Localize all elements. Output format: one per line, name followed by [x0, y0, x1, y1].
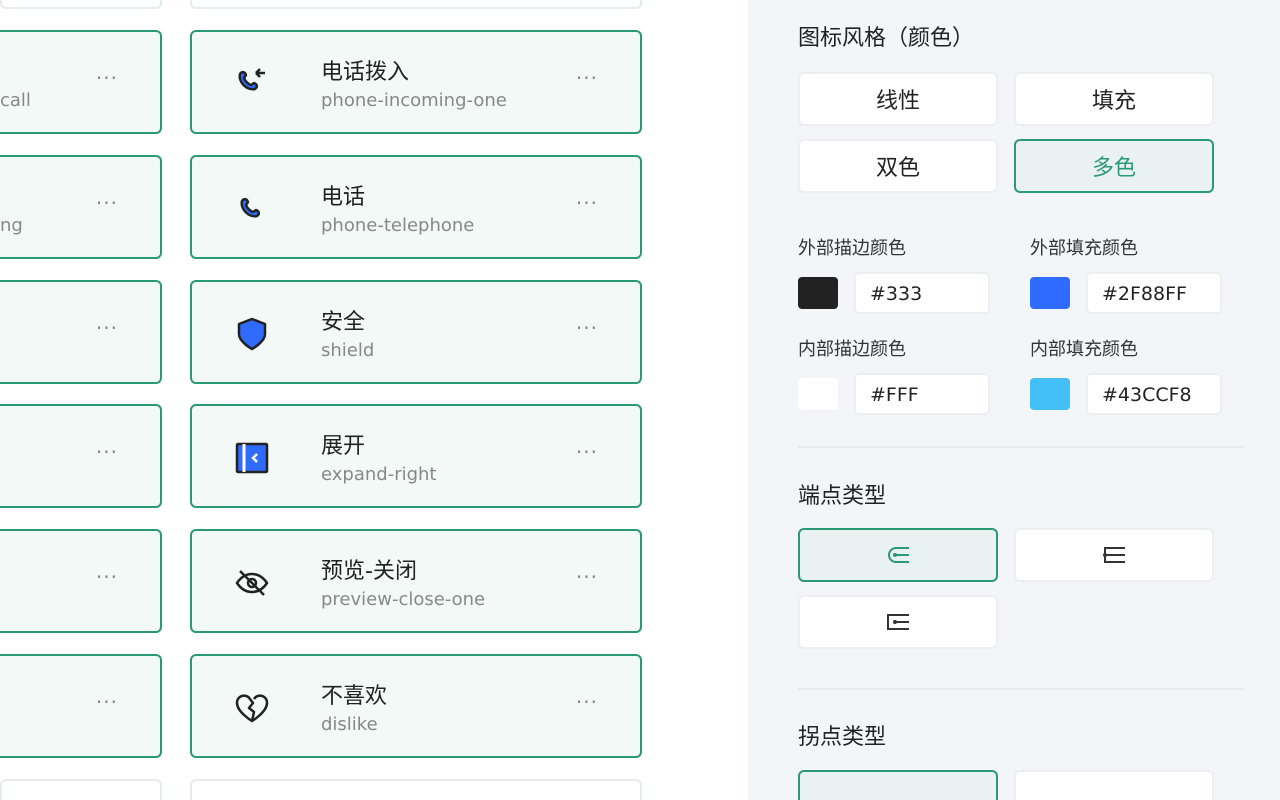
inner-fill-input[interactable]: #43CCF8: [1086, 373, 1222, 415]
style-outline-button[interactable]: 线性: [798, 72, 998, 126]
icon-card-name: expand-right: [321, 464, 437, 485]
inner-stroke-swatch[interactable]: [798, 378, 838, 410]
icon-card-name: phone-telephone: [321, 215, 475, 236]
divider: [798, 446, 1244, 448]
outer-stroke-input[interactable]: #333: [854, 272, 990, 314]
more-button[interactable]: ···: [96, 440, 118, 464]
more-button[interactable]: ···: [576, 191, 598, 215]
endpoint-round-button[interactable]: [798, 528, 998, 582]
icon-card[interactable]: 展开 expand-right ···: [190, 404, 642, 508]
inner-fill-label: 内部填充颜色: [1030, 339, 1138, 360]
phone-incoming-icon: [238, 68, 265, 91]
more-button[interactable]: ···: [96, 316, 118, 340]
broken-heart-icon: [235, 694, 269, 723]
more-button[interactable]: ···: [576, 440, 598, 464]
outer-stroke-swatch[interactable]: [798, 277, 838, 309]
style-panel: 图标风格（颜色） 线性 填充 双色 多色 外部描边颜色 #333 外部填充颜色 …: [748, 0, 1280, 800]
more-button[interactable]: ···: [96, 690, 118, 714]
icon-card-title: 不喜欢: [321, 684, 388, 709]
corner-title: 拐点类型: [798, 725, 887, 750]
outer-stroke-label: 外部描边颜色: [798, 238, 906, 259]
style-title: 图标风格（颜色）: [798, 26, 975, 51]
icon-card-name: ng: [0, 215, 23, 236]
inner-fill-swatch[interactable]: [1030, 378, 1070, 410]
eye-off-icon: [235, 570, 269, 596]
expand-right-icon: [235, 442, 269, 474]
icon-card[interactable]: call ···: [0, 30, 162, 134]
more-button[interactable]: ···: [96, 66, 118, 90]
icon-card[interactable]: [0, 0, 162, 9]
endpoint-square-button[interactable]: [798, 595, 998, 649]
style-two-tone-button[interactable]: 双色: [798, 139, 998, 193]
more-button[interactable]: ···: [576, 565, 598, 589]
more-button[interactable]: ···: [576, 690, 598, 714]
icon-card[interactable]: ···: [0, 404, 162, 508]
butt-cap-icon: [1103, 547, 1125, 563]
style-multi-color-button[interactable]: 多色: [1014, 139, 1214, 193]
icon-card[interactable]: 不喜欢 dislike ···: [190, 654, 642, 758]
icon-card[interactable]: 安全 shield ···: [190, 280, 642, 384]
icon-card-title: 展开: [321, 434, 366, 459]
icon-card[interactable]: [0, 779, 162, 800]
inner-stroke-input[interactable]: #FFF: [854, 373, 990, 415]
icon-card[interactable]: ···: [0, 280, 162, 384]
icon-card[interactable]: ng ···: [0, 155, 162, 259]
icon-card-name: shield: [321, 340, 375, 361]
icon-card-name: preview-close-one: [321, 589, 486, 610]
style-filled-button[interactable]: 填充: [1014, 72, 1214, 126]
corner-round-button[interactable]: [798, 770, 998, 800]
outer-fill-input[interactable]: #2F88FF: [1086, 272, 1222, 314]
icon-card[interactable]: 电话拨入 phone-incoming-one ···: [190, 30, 642, 134]
icon-card-name: call: [0, 90, 31, 111]
more-button[interactable]: ···: [96, 191, 118, 215]
round-cap-icon: [888, 547, 909, 563]
icon-card-title: 电话: [321, 185, 366, 210]
icon-card[interactable]: [190, 779, 642, 800]
outer-fill-swatch[interactable]: [1030, 277, 1070, 309]
endpoint-title: 端点类型: [798, 484, 887, 509]
phone-icon: [240, 197, 261, 218]
icon-card[interactable]: 预览-关闭 preview-close-one ···: [190, 529, 642, 633]
more-button[interactable]: ···: [576, 66, 598, 90]
more-button[interactable]: ···: [576, 316, 598, 340]
icon-card[interactable]: ···: [0, 654, 162, 758]
icon-card-name: dislike: [321, 714, 378, 735]
endpoint-butt-button[interactable]: [1014, 528, 1214, 582]
inner-stroke-label: 内部描边颜色: [798, 339, 906, 360]
more-button[interactable]: ···: [96, 565, 118, 589]
icon-card[interactable]: ···: [0, 529, 162, 633]
square-cap-icon: [887, 614, 909, 630]
icon-card-title: 预览-关闭: [321, 559, 417, 584]
shield-icon: [237, 317, 267, 351]
icon-card[interactable]: [190, 0, 642, 9]
corner-miter-button[interactable]: [1014, 770, 1214, 800]
icon-card[interactable]: 电话 phone-telephone ···: [190, 155, 642, 259]
icon-card-title: 安全: [321, 310, 366, 335]
outer-fill-label: 外部填充颜色: [1030, 238, 1138, 259]
divider: [798, 688, 1244, 690]
icon-card-title: 电话拨入: [321, 60, 410, 85]
icon-card-name: phone-incoming-one: [321, 90, 507, 111]
